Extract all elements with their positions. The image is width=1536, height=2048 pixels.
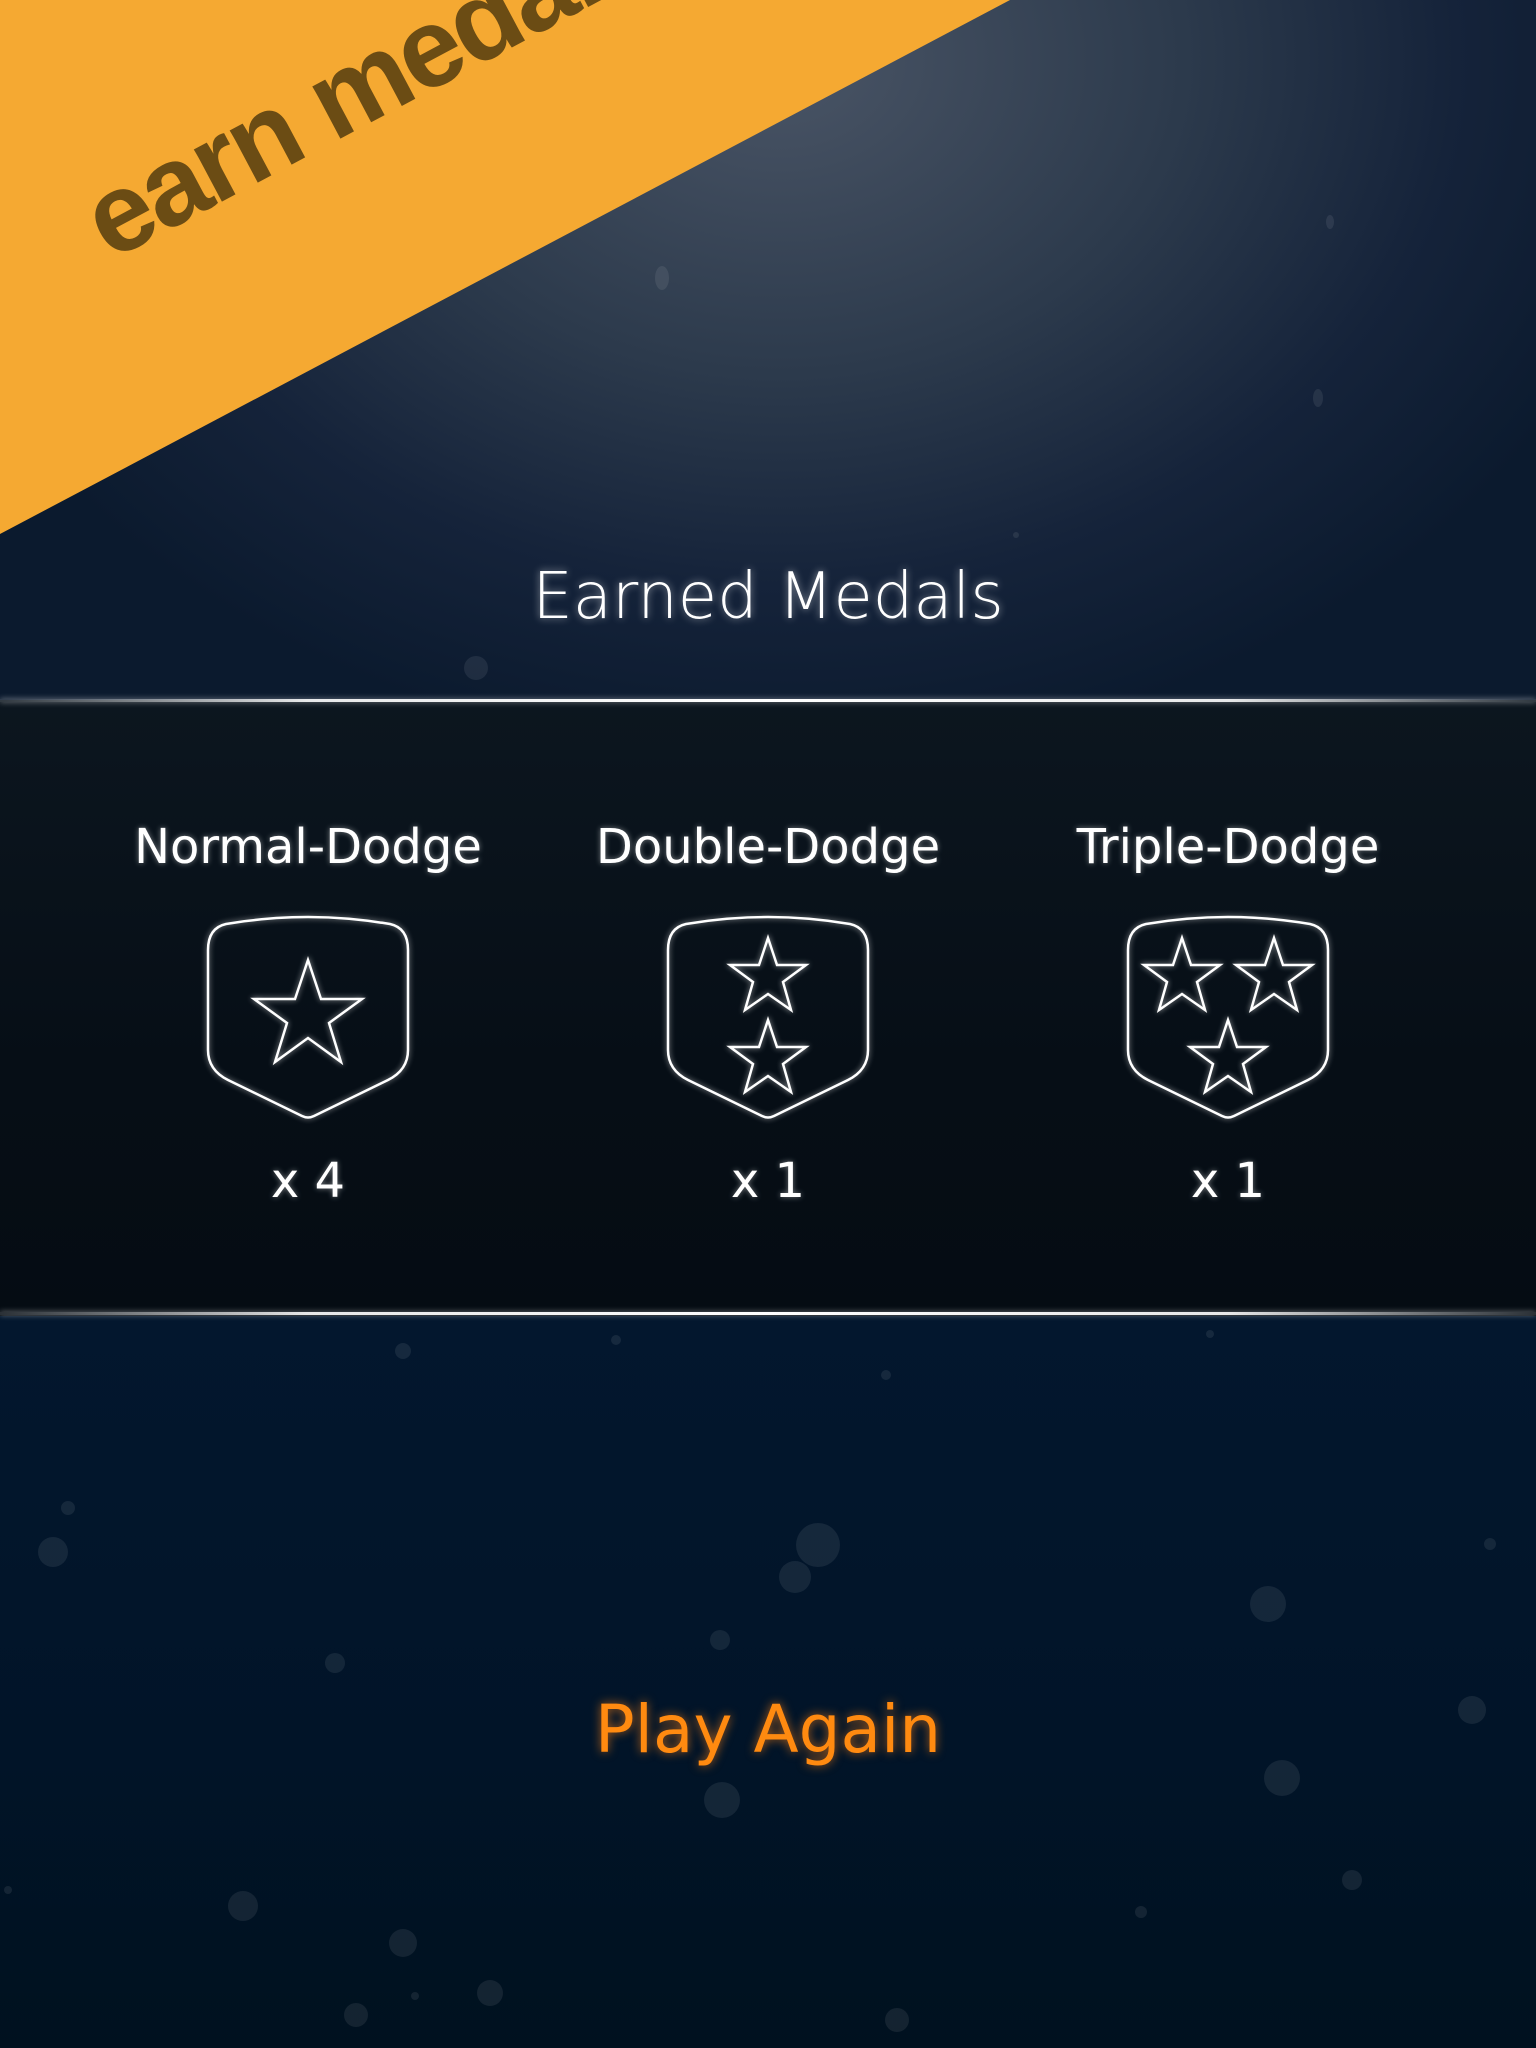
medal-normal-dodge: Normal-Dodge x 4 <box>98 812 518 1216</box>
medal-count: x 1 <box>730 1153 806 1209</box>
shield-two-stars-icon <box>666 915 870 1119</box>
panel-bottom-divider <box>0 1312 1536 1315</box>
medal-triple-dodge: Triple-Dodge x 1 <box>1018 812 1438 1216</box>
medal-count: x 4 <box>270 1153 346 1209</box>
play-again-button[interactable]: Play Again <box>568 1680 968 1780</box>
medal-name: Double-Dodge <box>595 819 941 875</box>
shield-three-stars-icon <box>1126 915 1330 1119</box>
page-title: Earned Medals <box>532 560 1004 634</box>
banner-text: earn medals <box>62 0 670 283</box>
shield-one-star-icon <box>206 915 410 1119</box>
medal-name: Triple-Dodge <box>1076 819 1380 875</box>
medal-name: Normal-Dodge <box>134 819 482 875</box>
panel-top-divider <box>0 699 1536 702</box>
medal-double-dodge: Double-Dodge x 1 <box>558 812 978 1216</box>
medal-count: x 1 <box>1190 1153 1266 1209</box>
